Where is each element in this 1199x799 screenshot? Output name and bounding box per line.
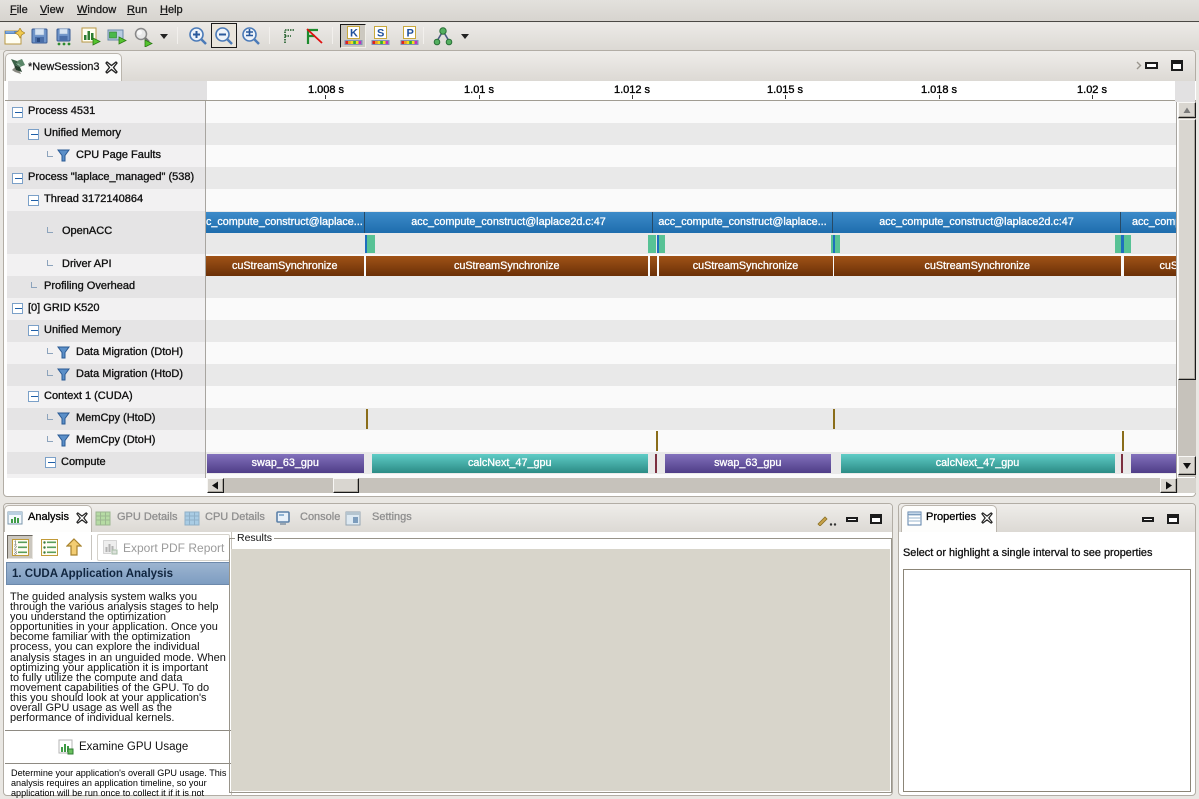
- svg-text:S: S: [377, 28, 384, 40]
- svg-text:P: P: [407, 28, 414, 40]
- svg-text:K: K: [350, 28, 358, 40]
- svg-text:3: 3: [14, 551, 17, 557]
